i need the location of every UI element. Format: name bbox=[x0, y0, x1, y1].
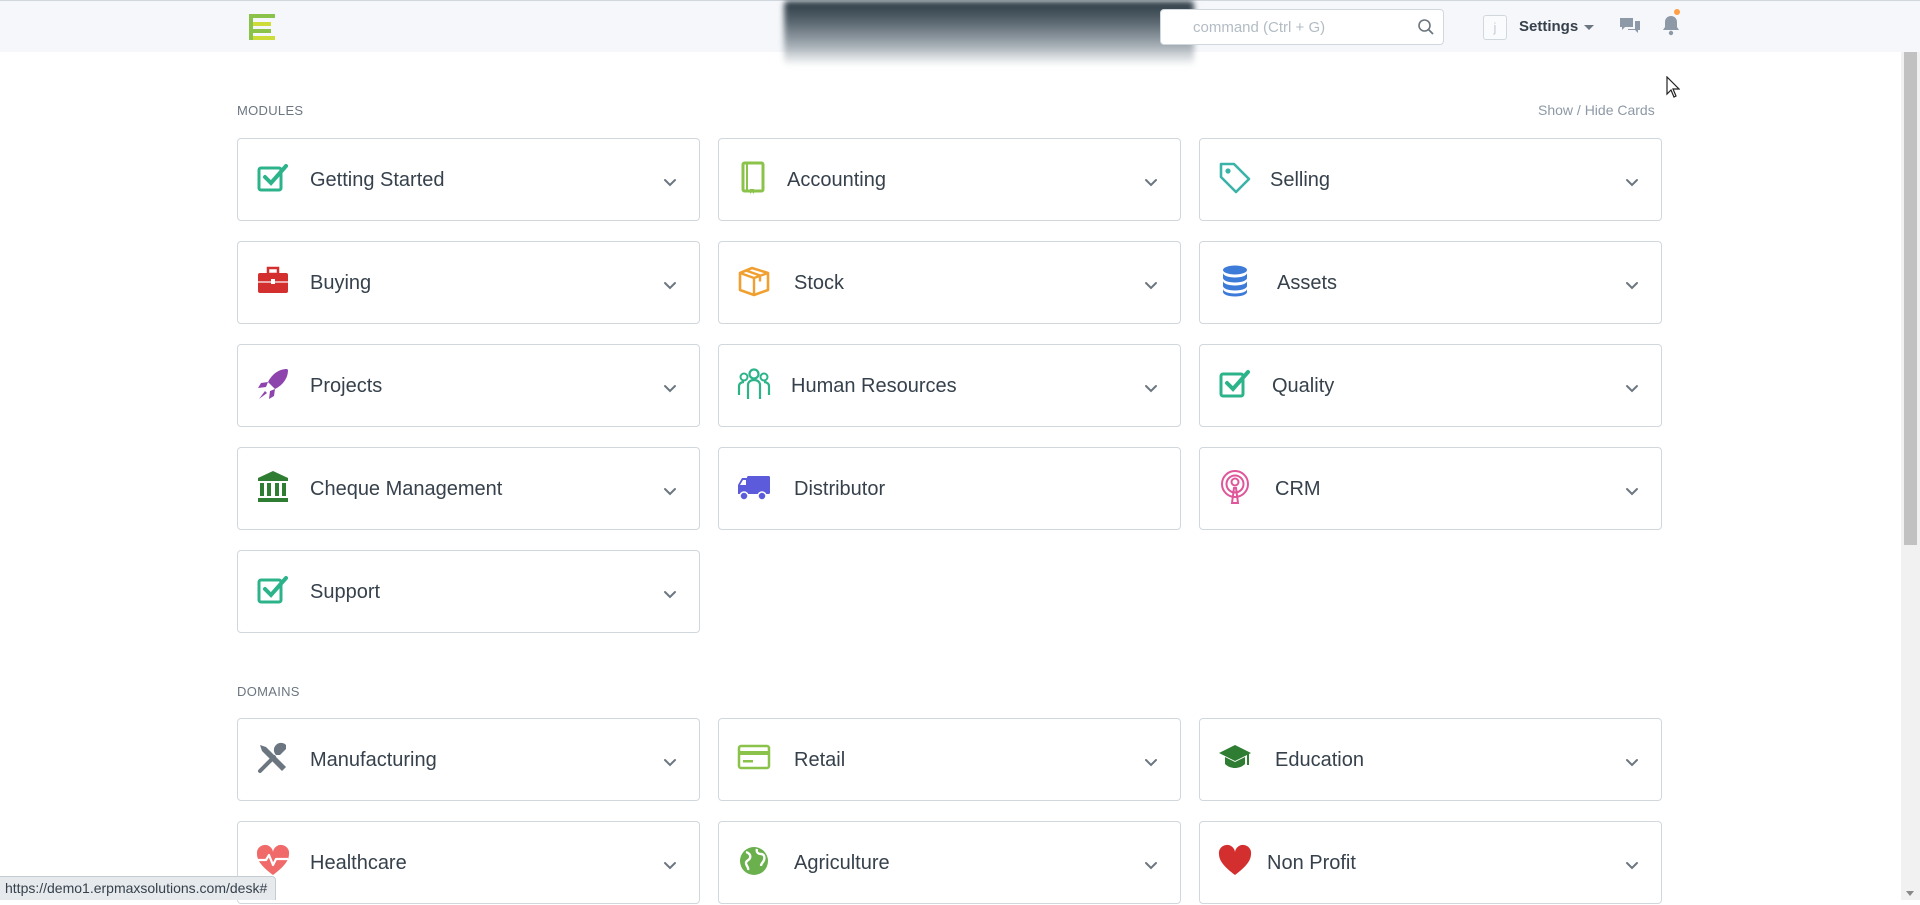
card-label: Stock bbox=[794, 272, 845, 294]
chevron-down-icon[interactable] bbox=[1625, 755, 1639, 767]
card-non-profit[interactable]: Non Profit bbox=[1199, 821, 1662, 904]
card-label: Buying bbox=[310, 272, 372, 294]
card-label: Distributor bbox=[794, 478, 886, 500]
heart-icon bbox=[1218, 844, 1252, 878]
people-icon bbox=[737, 367, 771, 401]
app-logo-icon[interactable] bbox=[247, 12, 279, 42]
notification-dot bbox=[1674, 9, 1680, 15]
card-label: Selling bbox=[1270, 169, 1331, 191]
card-label: Accounting bbox=[787, 169, 886, 191]
chevron-down-icon[interactable] bbox=[663, 381, 677, 393]
card-retail[interactable]: Retail bbox=[718, 718, 1181, 801]
chevron-down-icon[interactable] bbox=[1625, 858, 1639, 870]
card-getting-started[interactable]: Getting Started bbox=[237, 138, 700, 221]
chevron-down-icon[interactable] bbox=[663, 755, 677, 767]
card-label: Agriculture bbox=[794, 852, 890, 874]
chevron-down-icon[interactable] bbox=[663, 858, 677, 870]
card-assets[interactable]: Assets bbox=[1199, 241, 1662, 324]
card-distributor[interactable]: Distributor bbox=[718, 447, 1181, 530]
chevron-down-icon[interactable] bbox=[663, 587, 677, 599]
mouse-cursor-icon bbox=[1666, 76, 1680, 98]
scrollbar-thumb[interactable] bbox=[1904, 52, 1917, 545]
box-icon bbox=[737, 264, 771, 298]
card-label: Projects bbox=[310, 375, 383, 397]
card-selling[interactable]: Selling bbox=[1199, 138, 1662, 221]
card-education[interactable]: Education bbox=[1199, 718, 1662, 801]
card-crm[interactable]: CRM bbox=[1199, 447, 1662, 530]
chevron-down-icon[interactable] bbox=[1144, 755, 1158, 767]
caret-down-icon bbox=[1584, 24, 1595, 30]
user-avatar[interactable]: j bbox=[1483, 15, 1507, 40]
card-stock[interactable]: Stock bbox=[718, 241, 1181, 324]
book-icon bbox=[737, 161, 771, 195]
chevron-down-icon[interactable] bbox=[1144, 278, 1158, 290]
checkbox-icon bbox=[256, 161, 290, 195]
chevron-down-icon[interactable] bbox=[1625, 381, 1639, 393]
tag-icon bbox=[1218, 161, 1252, 195]
card-cheque-management[interactable]: Cheque Management bbox=[237, 447, 700, 530]
rocket-icon bbox=[256, 367, 290, 401]
card-projects[interactable]: Projects bbox=[237, 344, 700, 427]
database-icon bbox=[1218, 264, 1252, 298]
chevron-down-icon[interactable] bbox=[1625, 175, 1639, 187]
chevron-down-icon[interactable] bbox=[663, 484, 677, 496]
briefcase-icon bbox=[256, 264, 290, 298]
settings-dropdown[interactable]: Settings bbox=[1519, 15, 1595, 39]
awesome-bar[interactable] bbox=[1160, 9, 1444, 45]
modules-section-label: MODULES bbox=[237, 103, 304, 118]
scroll-down-arrow-icon[interactable] bbox=[1906, 891, 1914, 896]
checkbox-icon bbox=[1218, 367, 1252, 401]
chevron-down-icon[interactable] bbox=[1625, 278, 1639, 290]
chevron-down-icon[interactable] bbox=[663, 278, 677, 290]
broadcast-icon bbox=[1218, 470, 1252, 504]
card-human-resources[interactable]: Human Resources bbox=[718, 344, 1181, 427]
card-manufacturing[interactable]: Manufacturing bbox=[237, 718, 700, 801]
card-healthcare[interactable]: Healthcare bbox=[237, 821, 700, 904]
card-label: Support bbox=[310, 581, 381, 603]
card-label: Assets bbox=[1277, 272, 1338, 294]
graduation-cap-icon bbox=[1218, 741, 1252, 775]
bank-icon bbox=[256, 470, 290, 504]
show-hide-cards-link[interactable]: Show / Hide Cards bbox=[1538, 102, 1655, 118]
card-label: Cheque Management bbox=[310, 478, 503, 500]
status-bar-url: https://demo1.erpmaxsolutions.com/desk# bbox=[0, 876, 277, 900]
card-label: CRM bbox=[1275, 478, 1321, 500]
card-label: Human Resources bbox=[791, 375, 957, 397]
card-buying[interactable]: Buying bbox=[237, 241, 700, 324]
chevron-down-icon[interactable] bbox=[1144, 381, 1158, 393]
page-scrollbar[interactable] bbox=[1901, 52, 1920, 900]
search-icon[interactable] bbox=[1417, 18, 1435, 36]
card-accounting[interactable]: Accounting bbox=[718, 138, 1181, 221]
bell-icon[interactable] bbox=[1662, 14, 1680, 36]
card-support[interactable]: Support bbox=[237, 550, 700, 633]
domains-section-label: DOMAINS bbox=[237, 684, 300, 699]
chevron-down-icon[interactable] bbox=[1144, 175, 1158, 187]
card-agriculture[interactable]: Agriculture bbox=[718, 821, 1181, 904]
navbar: j Settings bbox=[0, 0, 1920, 65]
card-label: Non Profit bbox=[1267, 852, 1356, 874]
card-label: Manufacturing bbox=[310, 749, 437, 771]
settings-label: Settings bbox=[1519, 18, 1579, 35]
card-label: Retail bbox=[794, 749, 846, 771]
card-quality[interactable]: Quality bbox=[1199, 344, 1662, 427]
search-input[interactable] bbox=[1193, 10, 1403, 44]
chat-icon[interactable] bbox=[1619, 16, 1641, 36]
card-label: Quality bbox=[1272, 375, 1335, 397]
checkbox-icon bbox=[256, 573, 290, 607]
chevron-down-icon[interactable] bbox=[1625, 484, 1639, 496]
chevron-down-icon[interactable] bbox=[663, 175, 677, 187]
chevron-down-icon[interactable] bbox=[1144, 858, 1158, 870]
card-label: Getting Started bbox=[310, 169, 445, 191]
heartbeat-icon bbox=[256, 844, 290, 878]
globe-icon bbox=[737, 844, 771, 878]
card-icon bbox=[737, 741, 771, 775]
card-label: Education bbox=[1275, 749, 1364, 771]
truck-icon bbox=[737, 470, 771, 504]
tools-icon bbox=[256, 741, 290, 775]
card-label: Healthcare bbox=[310, 852, 407, 874]
redacted-region bbox=[784, 1, 1194, 65]
